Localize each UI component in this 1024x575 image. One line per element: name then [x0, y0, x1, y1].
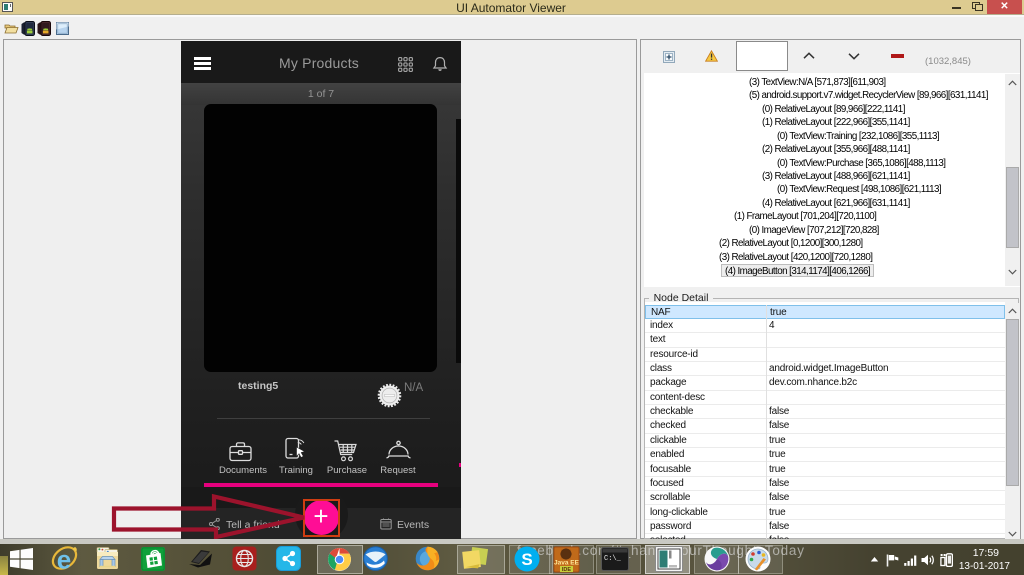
svg-text:S: S [521, 550, 532, 569]
svg-text:C:\_: C:\_ [604, 555, 622, 563]
svg-text:IDE: IDE [562, 567, 572, 573]
svg-text:Java EE: Java EE [554, 560, 580, 567]
svg-text:e: e [57, 545, 71, 574]
